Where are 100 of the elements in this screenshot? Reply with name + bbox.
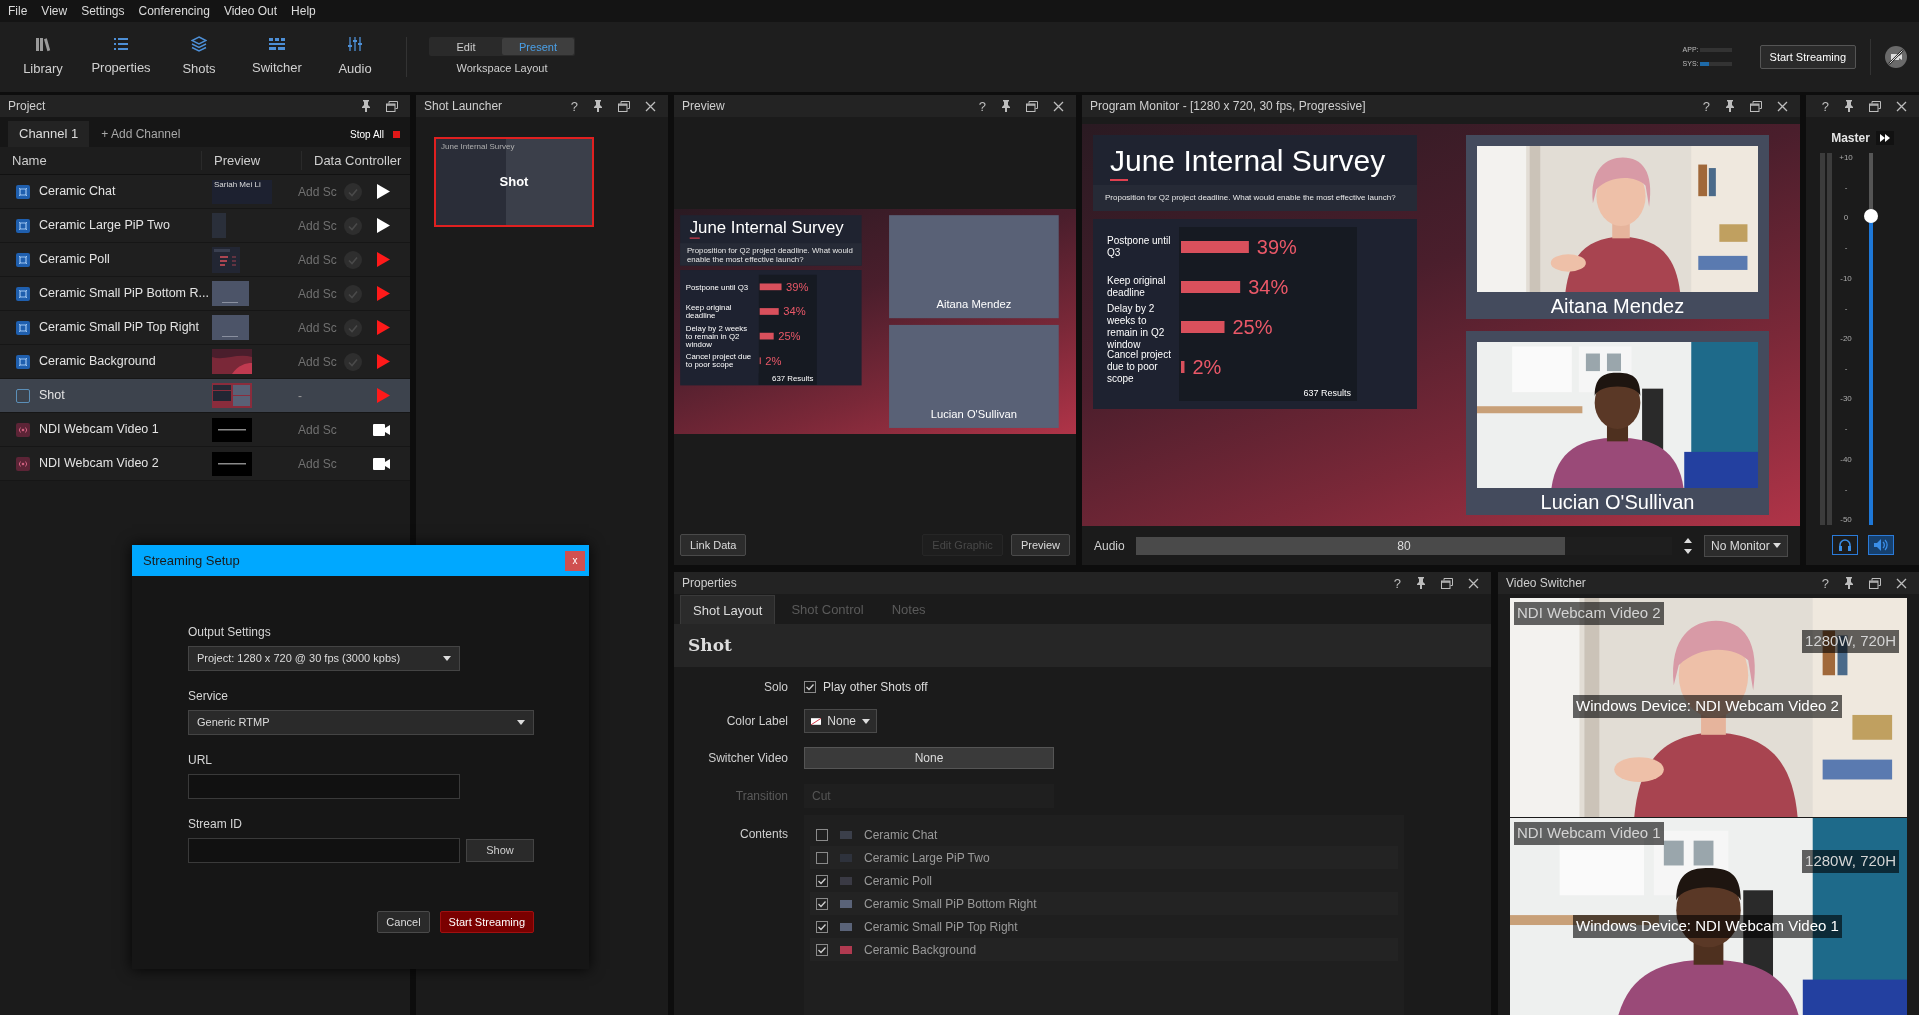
dialog-button[interactable]: Start Streaming [439,911,534,933]
switcher-video-button[interactable]: None [804,747,1054,769]
pin-icon[interactable] [1416,577,1426,589]
value-label: 39% [786,280,809,293]
add-channel-button[interactable]: + Add Channel [89,121,193,147]
menu-item[interactable]: Video Out [223,2,278,20]
input-field[interactable] [188,838,460,863]
shot-row[interactable]: Ceramic Large PiP Two Add Sc [0,209,410,243]
toolbar-button[interactable]: Properties [82,36,160,78]
caret-icon [1773,543,1781,548]
pin-icon[interactable] [593,100,603,112]
checkbox[interactable] [816,897,828,910]
close-icon[interactable] [1468,577,1479,589]
field-label: Output Settings [188,625,272,639]
help-button[interactable]: ? [1821,99,1829,113]
restore-icon[interactable] [1869,100,1881,112]
restore-icon[interactable] [386,100,398,112]
shot-tile[interactable]: June Internal Survey Shot [434,137,594,227]
select-field[interactable]: Generic RTMP [188,710,534,735]
camera-icon[interactable] [373,457,390,470]
show-button[interactable]: Show [466,839,534,862]
stop-all-button[interactable]: Stop All [350,121,400,147]
pin-icon[interactable] [1001,100,1011,112]
restore-icon[interactable] [1869,577,1881,589]
checkbox[interactable] [816,920,828,933]
poll-option-label: Postpone until Q3 [1107,235,1172,259]
data-controller-field[interactable]: - [298,386,342,405]
close-icon[interactable] [1896,100,1907,112]
shot-name: NDI Webcam Video 2 [39,455,159,473]
shot-row[interactable]: NDI Webcam Video 1 Add Sc [0,413,410,447]
restore-icon[interactable] [1441,577,1453,589]
panel-button[interactable]: Preview [1010,534,1070,556]
toolbar-button[interactable]: Switcher [238,36,316,78]
toolbar-button[interactable]: Shots [160,35,238,79]
gain-value: 80 [1397,538,1411,553]
mode-tab[interactable]: Edit [430,38,502,56]
pin-icon[interactable] [1725,100,1735,112]
resolution-label: 1280W, 720H [1802,630,1899,653]
close-icon[interactable] [1896,577,1907,589]
video-source-tile[interactable]: NDI Webcam Video 2 1280W, 720H Windows Device: NDI Webcam Video 2 [1510,598,1907,817]
checkbox[interactable] [804,681,816,693]
monitor-dropdown[interactable]: No Monitor [1704,534,1788,557]
menu-item[interactable]: View [41,2,68,20]
close-button[interactable]: x [565,550,585,571]
camera-icon[interactable] [373,423,390,436]
up-down-arrows-icon[interactable] [1684,536,1692,555]
video-source-tile[interactable]: NDI Webcam Video 1 1280W, 720H Windows Device: NDI Webcam Video 1 [1510,818,1907,1015]
checkbox[interactable] [816,851,828,864]
select-field[interactable]: Project: 1280 x 720 @ 30 fps (3000 kpbs) [188,646,460,671]
play-icon[interactable] [377,184,390,199]
audio-toggle-button[interactable] [1831,535,1858,555]
checkbox[interactable] [816,828,828,841]
value-label: 25% [778,329,801,342]
checkbox[interactable] [816,943,828,956]
menu-item[interactable]: File [8,2,28,20]
pin-icon[interactable] [1844,577,1854,589]
audio-toggle-button[interactable] [1867,535,1894,555]
help-button[interactable]: ? [1702,99,1710,113]
start-streaming-button[interactable]: Start Streaming [1759,45,1856,69]
pin-icon[interactable] [361,100,371,112]
panel-button[interactable]: Link Data [680,534,747,556]
play-icon[interactable] [377,218,390,233]
mode-tab[interactable]: Present [502,38,574,56]
restore-icon[interactable] [618,100,630,112]
volume-slider[interactable] [1864,153,1878,525]
channel-tab[interactable]: Channel 1 [8,121,90,147]
shot-row[interactable]: Ceramic Chat Sariah Mei Li Add Sc [0,175,410,209]
properties-tab[interactable]: Shot Layout [680,595,776,625]
help-button[interactable]: ? [570,99,578,113]
pin-icon[interactable] [1844,100,1854,112]
shot-row[interactable]: Shot - [0,379,410,413]
menu-item[interactable]: Settings [81,2,125,20]
column-header[interactable]: Data Controller [301,150,410,171]
column-header[interactable]: Name [0,150,201,171]
slashed-circle-icon[interactable] [1885,46,1907,68]
shot-row[interactable]: NDI Webcam Video 2 Add Sc [0,447,410,481]
help-button[interactable]: ? [978,99,986,113]
close-icon[interactable] [1053,100,1064,112]
close-icon[interactable] [1777,100,1788,112]
input-field[interactable] [188,774,460,799]
close-icon[interactable] [645,100,656,112]
restore-icon[interactable] [1750,100,1762,112]
help-button[interactable]: ? [1393,576,1401,590]
toolbar-button[interactable]: Library [4,35,82,79]
caret-icon [443,656,451,661]
column-header[interactable]: Preview [201,150,301,171]
layer-icon [16,320,30,335]
menu-item[interactable]: Help [291,2,316,20]
menu-item[interactable]: Conferencing [138,2,210,20]
dialog-button[interactable]: Cancel [377,911,430,933]
toolbar-button[interactable]: Audio [316,35,394,79]
fast-forward-icon[interactable] [1875,131,1894,145]
slider-thumb[interactable] [1864,209,1878,224]
checkbox[interactable] [816,874,828,887]
poll-option-label: Cancel project due to poor scope [1107,349,1172,385]
restore-icon[interactable] [1026,100,1038,112]
scale-label: -10 [1840,273,1852,284]
color-label-dropdown[interactable]: None [804,709,877,733]
help-button[interactable]: ? [1821,576,1829,590]
scale-label: - [1844,364,1848,375]
